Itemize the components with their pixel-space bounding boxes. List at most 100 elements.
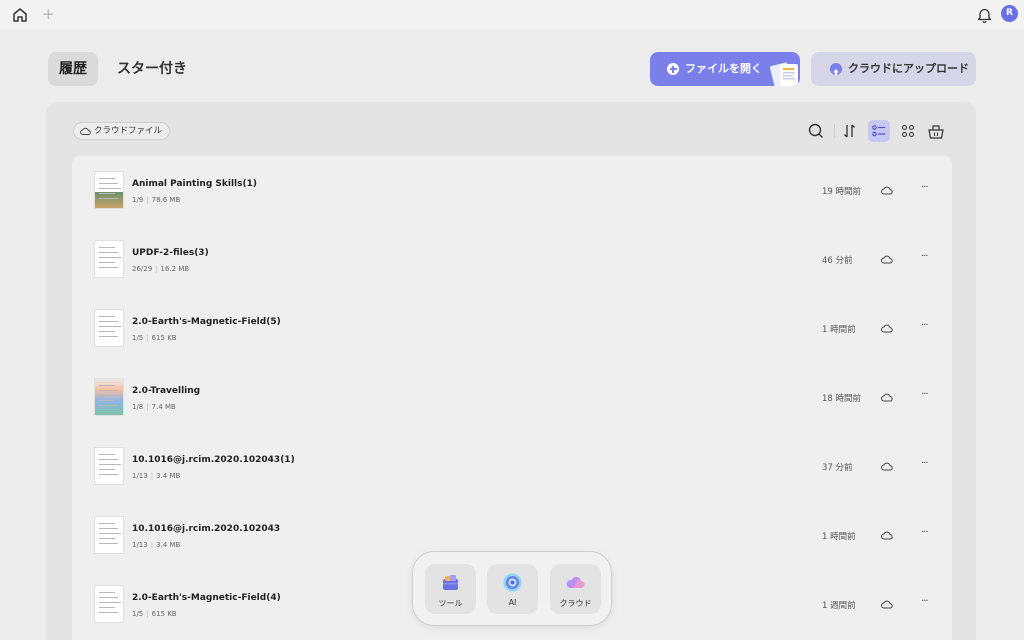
- search-icon[interactable]: [805, 120, 827, 142]
- tab-starred[interactable]: スター付き: [117, 52, 187, 86]
- more-options-icon[interactable]: ···: [921, 389, 928, 400]
- file-pages: 1/5: [132, 610, 144, 618]
- ai-icon: [503, 573, 522, 592]
- file-pages: 1/9: [132, 196, 144, 204]
- file-meta: 1/13 | 3.4 MB: [132, 541, 180, 549]
- upload-cloud-button[interactable]: クラウドにアップロード: [811, 52, 976, 86]
- file-size: 3.4 MB: [156, 472, 181, 480]
- file-meta: 1/8 | 7.4 MB: [132, 403, 176, 411]
- file-thumbnail: [94, 171, 124, 209]
- dock-cloud-button[interactable]: クラウド: [550, 564, 601, 614]
- tools-icon: [443, 575, 458, 590]
- file-modified-time: 1 時間前: [822, 325, 856, 335]
- tab-history[interactable]: 履歴: [48, 52, 98, 86]
- add-circle-icon: [667, 63, 679, 75]
- file-row[interactable]: 2.0-Earth's-Magnetic-Field(5) 1/5 | 615 KB 1…: [72, 294, 952, 363]
- meta-divider: |: [146, 334, 149, 342]
- file-row[interactable]: UPDF-2-files(3) 26/29 | 16.2 MB 46 分前 ···: [72, 225, 952, 294]
- file-pages: 1/8: [132, 403, 144, 411]
- more-options-icon[interactable]: ···: [921, 596, 928, 607]
- meta-divider: |: [155, 265, 158, 273]
- bell-icon[interactable]: [976, 6, 993, 24]
- file-size: 78.6 MB: [151, 196, 181, 204]
- dock-tools-button[interactable]: ツール: [425, 564, 476, 614]
- file-meta: 1/13 | 3.4 MB: [132, 472, 180, 480]
- basket-icon[interactable]: [925, 120, 947, 142]
- cloud-upload-icon[interactable]: [881, 530, 893, 541]
- file-row[interactable]: Animal Painting Skills(1) 1/9 | 78.6 MB 19 時…: [72, 156, 952, 225]
- file-size: 16.2 MB: [160, 265, 190, 273]
- dock-ai-button[interactable]: AI: [487, 564, 538, 614]
- file-modified-time: 18 時間前: [822, 394, 862, 404]
- meta-divider: |: [150, 472, 154, 480]
- file-pages: 1/13: [132, 472, 148, 480]
- file-meta: 1/9 | 78.6 MB: [132, 196, 180, 204]
- cloud-files-filter[interactable]: クラウドファイル: [73, 122, 171, 140]
- cloud-upload-icon[interactable]: [881, 392, 893, 403]
- file-thumbnail: [94, 447, 124, 485]
- cloud-upload-icon[interactable]: [881, 323, 893, 334]
- open-file-label: ファイルを開く: [685, 62, 762, 75]
- cloud-files-label: クラウドファイル: [94, 126, 163, 136]
- meta-divider: |: [146, 196, 149, 204]
- file-row[interactable]: 2.0-Travelling 1/8 | 7.4 MB 18 時間前 ···: [72, 363, 952, 432]
- more-options-icon[interactable]: ···: [921, 320, 928, 331]
- title-bar: + R: [0, 0, 1024, 30]
- cloud-upload-icon[interactable]: [881, 461, 893, 472]
- file-name: 2.0-Earth's-Magnetic-Field(5): [132, 317, 281, 327]
- cloud-upload-icon[interactable]: [881, 185, 893, 196]
- more-options-icon[interactable]: ···: [921, 527, 928, 538]
- file-row[interactable]: 10.1016@j.rcim.2020.102043(1) 1/13 | 3.4 MB…: [72, 432, 952, 501]
- dock-ai-label: AI: [508, 598, 517, 607]
- more-options-icon[interactable]: ···: [921, 251, 928, 262]
- file-modified-time: 19 時間前: [822, 187, 862, 197]
- file-meta: 1/5 | 615 KB: [132, 610, 177, 618]
- home-icon[interactable]: [11, 6, 29, 24]
- file-size: 3.4 MB: [156, 541, 181, 549]
- file-pages: 1/5: [132, 334, 144, 342]
- more-options-icon[interactable]: ···: [921, 458, 928, 469]
- avatar[interactable]: R: [1001, 5, 1018, 22]
- file-modified-time: 46 分前: [822, 256, 853, 266]
- file-name: UPDF-2-files(3): [132, 248, 209, 258]
- file-thumbnail: [94, 378, 124, 416]
- file-name: Animal Painting Skills(1): [132, 179, 257, 189]
- file-modified-time: 1 時間前: [822, 532, 856, 542]
- documents-illustration-icon: [770, 62, 798, 86]
- file-size: 615 KB: [151, 334, 177, 342]
- cloud-icon: [566, 576, 585, 588]
- cloud-icon: [80, 127, 91, 135]
- dock-cloud-label: クラウド: [559, 599, 592, 608]
- meta-divider: |: [146, 610, 149, 618]
- cloud-upload-icon[interactable]: [881, 599, 893, 610]
- meta-divider: |: [146, 403, 149, 411]
- file-modified-time: 1 週間前: [822, 601, 856, 611]
- meta-divider: |: [150, 541, 154, 549]
- bottom-dock: ツール AI クラウド: [412, 551, 612, 626]
- file-name: 10.1016@j.rcim.2020.102043: [132, 524, 281, 534]
- file-name: 2.0-Earth's-Magnetic-Field(4): [132, 593, 281, 603]
- file-meta: 1/5 | 615 KB: [132, 334, 177, 342]
- list-view-icon[interactable]: [868, 120, 890, 142]
- grid-view-icon[interactable]: [897, 120, 919, 142]
- new-tab-icon[interactable]: +: [42, 5, 55, 23]
- dock-tools-label: ツール: [438, 599, 463, 608]
- toolbar-divider: [834, 124, 835, 138]
- sort-icon[interactable]: [839, 120, 861, 142]
- file-pages: 1/13: [132, 541, 148, 549]
- file-name: 2.0-Travelling: [132, 386, 201, 396]
- open-file-button[interactable]: ファイルを開く: [650, 52, 800, 86]
- file-size: 7.4 MB: [151, 403, 176, 411]
- file-thumbnail: [94, 309, 124, 347]
- cloud-upload-icon[interactable]: [881, 254, 893, 265]
- upload-arrow-icon: [830, 63, 842, 75]
- file-thumbnail: [94, 585, 124, 623]
- file-size: 615 KB: [151, 610, 177, 618]
- file-modified-time: 37 分前: [822, 463, 853, 473]
- file-thumbnail: [94, 240, 124, 278]
- file-pages: 26/29: [132, 265, 153, 273]
- file-name: 10.1016@j.rcim.2020.102043(1): [132, 455, 295, 465]
- more-options-icon[interactable]: ···: [921, 182, 928, 193]
- upload-cloud-label: クラウドにアップロード: [848, 62, 969, 75]
- file-thumbnail: [94, 516, 124, 554]
